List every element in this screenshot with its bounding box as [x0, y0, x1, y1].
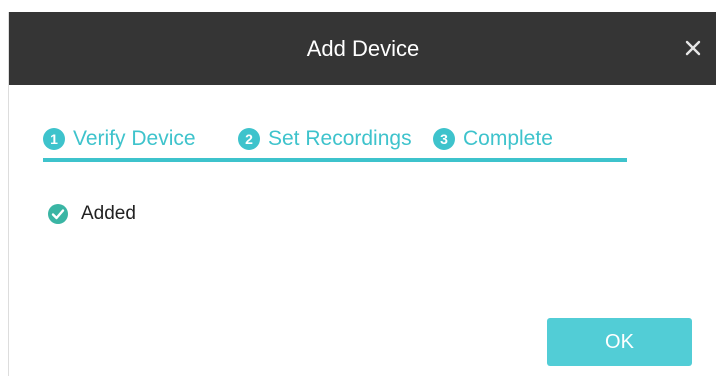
- close-icon[interactable]: [681, 36, 705, 60]
- wizard-steps: 1 Verify Device 2 Set Recordings 3 Compl…: [43, 124, 627, 164]
- step-label-set-recordings: Set Recordings: [268, 127, 412, 150]
- step-label-complete: Complete: [463, 127, 553, 150]
- step-number-2: 2: [238, 128, 260, 150]
- step-complete[interactable]: 3 Complete: [433, 124, 553, 154]
- dialog-titlebar: Add Device: [9, 12, 716, 85]
- ok-button[interactable]: OK: [547, 318, 692, 366]
- step-verify-device[interactable]: 1 Verify Device: [43, 124, 196, 154]
- dialog-title: Add Device: [306, 36, 420, 61]
- step-label-verify-device: Verify Device: [73, 127, 196, 150]
- step-set-recordings[interactable]: 2 Set Recordings: [238, 124, 412, 154]
- step-number-1: 1: [43, 128, 65, 150]
- steps-progress-line: [43, 158, 627, 162]
- status-text: Added: [81, 203, 136, 224]
- step-number-3: 3: [433, 128, 455, 150]
- check-circle-icon: [47, 203, 69, 225]
- add-device-dialog: Add Device 1 Verify Device 2 Set Recordi…: [8, 12, 716, 376]
- status-message: Added: [47, 202, 136, 226]
